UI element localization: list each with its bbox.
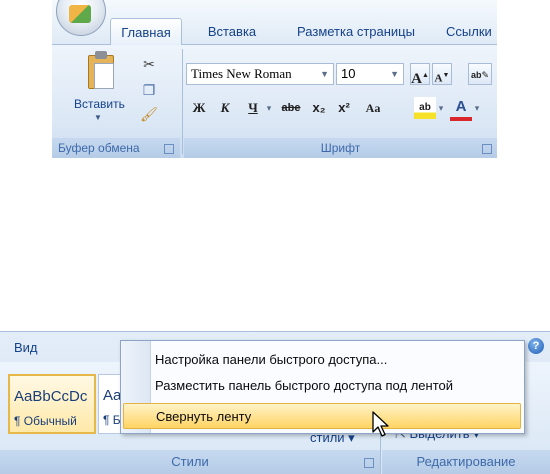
chevron-down-icon[interactable]: ▼: [320, 64, 329, 84]
format-painter-icon[interactable]: 🖌: [138, 103, 160, 125]
strikethrough-button[interactable]: abe: [276, 97, 306, 119]
cut-icon[interactable]: ✂: [138, 53, 160, 75]
font-color-button[interactable]: A: [450, 97, 472, 121]
paste-button[interactable]: Вставить: [74, 97, 125, 111]
menu-item-minimize-ribbon[interactable]: Свернуть ленту: [123, 403, 521, 429]
superscript-button[interactable]: x²: [332, 97, 356, 119]
subscript-button[interactable]: x₂: [308, 97, 330, 119]
ribbon-tab-bar: Главная Вставка Разметка страницы Ссылки: [52, 0, 497, 46]
grow-font-button[interactable]: A▲: [410, 63, 430, 87]
tab-references[interactable]: Ссылки: [446, 18, 497, 46]
shrink-font-button[interactable]: A▼: [432, 63, 452, 85]
group-divider: [182, 49, 183, 154]
style-tile-normal[interactable]: AaBbCcDc ¶ Обычный: [8, 374, 96, 434]
menu-item-qat-below-ribbon[interactable]: Разместить панель быстрого доступа под л…: [155, 373, 453, 399]
italic-button[interactable]: К: [214, 97, 236, 119]
chevron-down-icon[interactable]: ▼: [390, 64, 399, 84]
change-case-button[interactable]: Aa: [356, 97, 390, 119]
office-button[interactable]: [56, 0, 106, 36]
grow-font-label: A: [411, 71, 422, 87]
tab-insert[interactable]: Вставка: [194, 18, 270, 46]
underline-button[interactable]: Ч: [242, 97, 264, 119]
editing-group-label: Редактирование: [382, 450, 550, 474]
help-icon[interactable]: ?: [528, 338, 544, 354]
copy-icon[interactable]: ❐: [138, 79, 160, 101]
styles-dialog-launcher-icon[interactable]: [364, 458, 374, 468]
style-sample: Aa: [103, 387, 122, 404]
styles-group-label: Стили: [0, 450, 380, 474]
style-name: ¶ Б: [103, 413, 121, 427]
style-name: ¶ Обычный: [14, 414, 77, 428]
style-sample: AaBbCcDc: [14, 388, 88, 405]
font-name-value: Times New Roman: [191, 66, 292, 81]
shrink-font-label: A: [434, 72, 443, 85]
clipboard-group-label: Буфер обмена: [52, 138, 180, 158]
font-dialog-launcher-icon[interactable]: [482, 144, 492, 154]
bold-button[interactable]: Ж: [188, 97, 210, 119]
chevron-down-icon[interactable]: ▾: [264, 97, 274, 119]
mouse-pointer-icon: [372, 411, 389, 437]
font-size-combo[interactable]: 10 ▼: [336, 63, 404, 85]
office-logo-icon: [69, 5, 91, 23]
font-name-combo[interactable]: Times New Roman ▼: [186, 63, 334, 85]
tab-home[interactable]: Главная: [110, 18, 182, 46]
ribbon-top-crop: Главная Вставка Разметка страницы Ссылки…: [52, 0, 497, 158]
font-group-label: Шрифт: [184, 138, 497, 158]
chevron-down-icon[interactable]: ▾: [436, 97, 446, 119]
highlight-button[interactable]: ab: [414, 97, 436, 119]
chevron-down-icon[interactable]: ▾: [472, 97, 482, 119]
font-size-value: 10: [341, 66, 356, 81]
paste-dropdown-icon[interactable]: ▼: [94, 113, 102, 122]
clipboard-dialog-launcher-icon[interactable]: [164, 144, 174, 154]
menu-item-customize-qat[interactable]: Настройка панели быстрого доступа...: [155, 347, 387, 373]
clear-formatting-icon[interactable]: ab✎: [468, 63, 492, 85]
tab-page-layout[interactable]: Разметка страницы: [286, 18, 426, 46]
tab-view[interactable]: Вид: [14, 340, 38, 355]
ribbon-context-menu: Настройка панели быстрого доступа... Раз…: [120, 340, 525, 434]
ribbon-home-panel: Вставить ▼ ✂ ❐ 🖌 Буфер обмена Times New …: [52, 45, 497, 158]
paste-icon[interactable]: [86, 51, 118, 91]
